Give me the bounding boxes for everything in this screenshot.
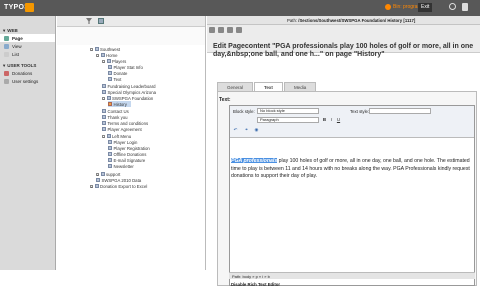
- tree-node[interactable]: + Donation Export to Excel: [90, 183, 147, 189]
- tree-node[interactable]: Player Agreement: [102, 126, 142, 132]
- module-page[interactable]: Page: [0, 34, 55, 42]
- path-current: History [1117]: [387, 18, 416, 23]
- rte-toolbar: Block style: No block style Text style: …: [230, 106, 474, 138]
- undo-icon[interactable]: ↶: [233, 127, 238, 132]
- filter-icon[interactable]: [86, 18, 92, 24]
- save-close-icon[interactable]: [236, 27, 242, 33]
- user-icon: [385, 4, 391, 10]
- underline-button[interactable]: U: [336, 117, 341, 122]
- path-bar: Path: /Sections/Southwest/SWSPGA Foundat…: [207, 16, 480, 25]
- insert-icon[interactable]: ◉: [254, 127, 259, 132]
- list-module-icon: [4, 51, 9, 57]
- search-icon[interactable]: [449, 3, 456, 10]
- tree-node[interactable]: Text: [108, 76, 121, 82]
- module-user-settings[interactable]: User settings: [0, 77, 55, 85]
- block-style-label: Block style:: [233, 109, 255, 114]
- page-module-icon: [4, 35, 9, 41]
- tree-node-selected[interactable]: History: [108, 101, 131, 107]
- tree-node[interactable]: Newsletter: [108, 163, 134, 169]
- save-icon[interactable]: [218, 27, 224, 33]
- text-style-select[interactable]: [369, 108, 431, 114]
- new-page-icon[interactable]: [98, 18, 104, 24]
- clear-cache-icon[interactable]: [462, 3, 468, 11]
- text-field-label: Text:: [219, 97, 231, 103]
- typo3-logo-icon: [25, 3, 34, 12]
- tree-filter-area: [57, 27, 205, 45]
- paragraph-select[interactable]: Paragraph: [257, 117, 319, 123]
- donations-module-icon: [4, 70, 9, 76]
- path-value: /Sections/Southwest/SWSPGA Foundation/: [298, 18, 387, 23]
- exit-button[interactable]: Exit: [418, 3, 433, 12]
- rte-status-path: Path: body » p » i » b: [229, 272, 475, 279]
- module-group-user-tools[interactable]: ▾ USER TOOLS: [0, 62, 55, 69]
- user-settings-icon: [4, 78, 9, 84]
- module-donations[interactable]: Donations: [0, 69, 55, 77]
- module-menu: ▾ WEB Page View List ▾ USER TOOLS Donation…: [0, 16, 56, 270]
- bold-button[interactable]: B: [322, 117, 327, 122]
- page-tree: − Southwest − Home − Players Player Stat In…: [57, 16, 206, 270]
- selected-text: PGA professionals: [231, 158, 278, 164]
- close-icon[interactable]: [209, 27, 215, 33]
- disable-rte-checkbox[interactable]: Disable Rich Text Editor: [231, 282, 280, 287]
- top-bar: TYPO3 Bin: programmer Exit: [0, 0, 480, 16]
- page-title: Edit Pagecontent "PGA professionals play…: [213, 43, 474, 58]
- text-style-label: Text style:: [350, 109, 370, 114]
- path-label: Path:: [287, 18, 298, 23]
- rte-content[interactable]: PGA professionals play 100 holes of golf…: [231, 158, 473, 181]
- module-view[interactable]: View: [0, 42, 55, 50]
- module-list[interactable]: List: [0, 50, 55, 58]
- italic-button[interactable]: I: [329, 117, 334, 122]
- tree-toolbar: [57, 16, 205, 27]
- rich-text-editor[interactable]: Block style: No block style Text style: …: [229, 105, 475, 286]
- block-style-select[interactable]: No block style: [257, 108, 319, 114]
- content-area: Path: /Sections/Southwest/SWSPGA Foundat…: [207, 16, 480, 287]
- module-group-web[interactable]: ▾ WEB: [0, 27, 55, 34]
- view-module-icon: [4, 43, 9, 49]
- link-icon[interactable]: ⚭: [244, 127, 249, 132]
- save-view-icon[interactable]: [227, 27, 233, 33]
